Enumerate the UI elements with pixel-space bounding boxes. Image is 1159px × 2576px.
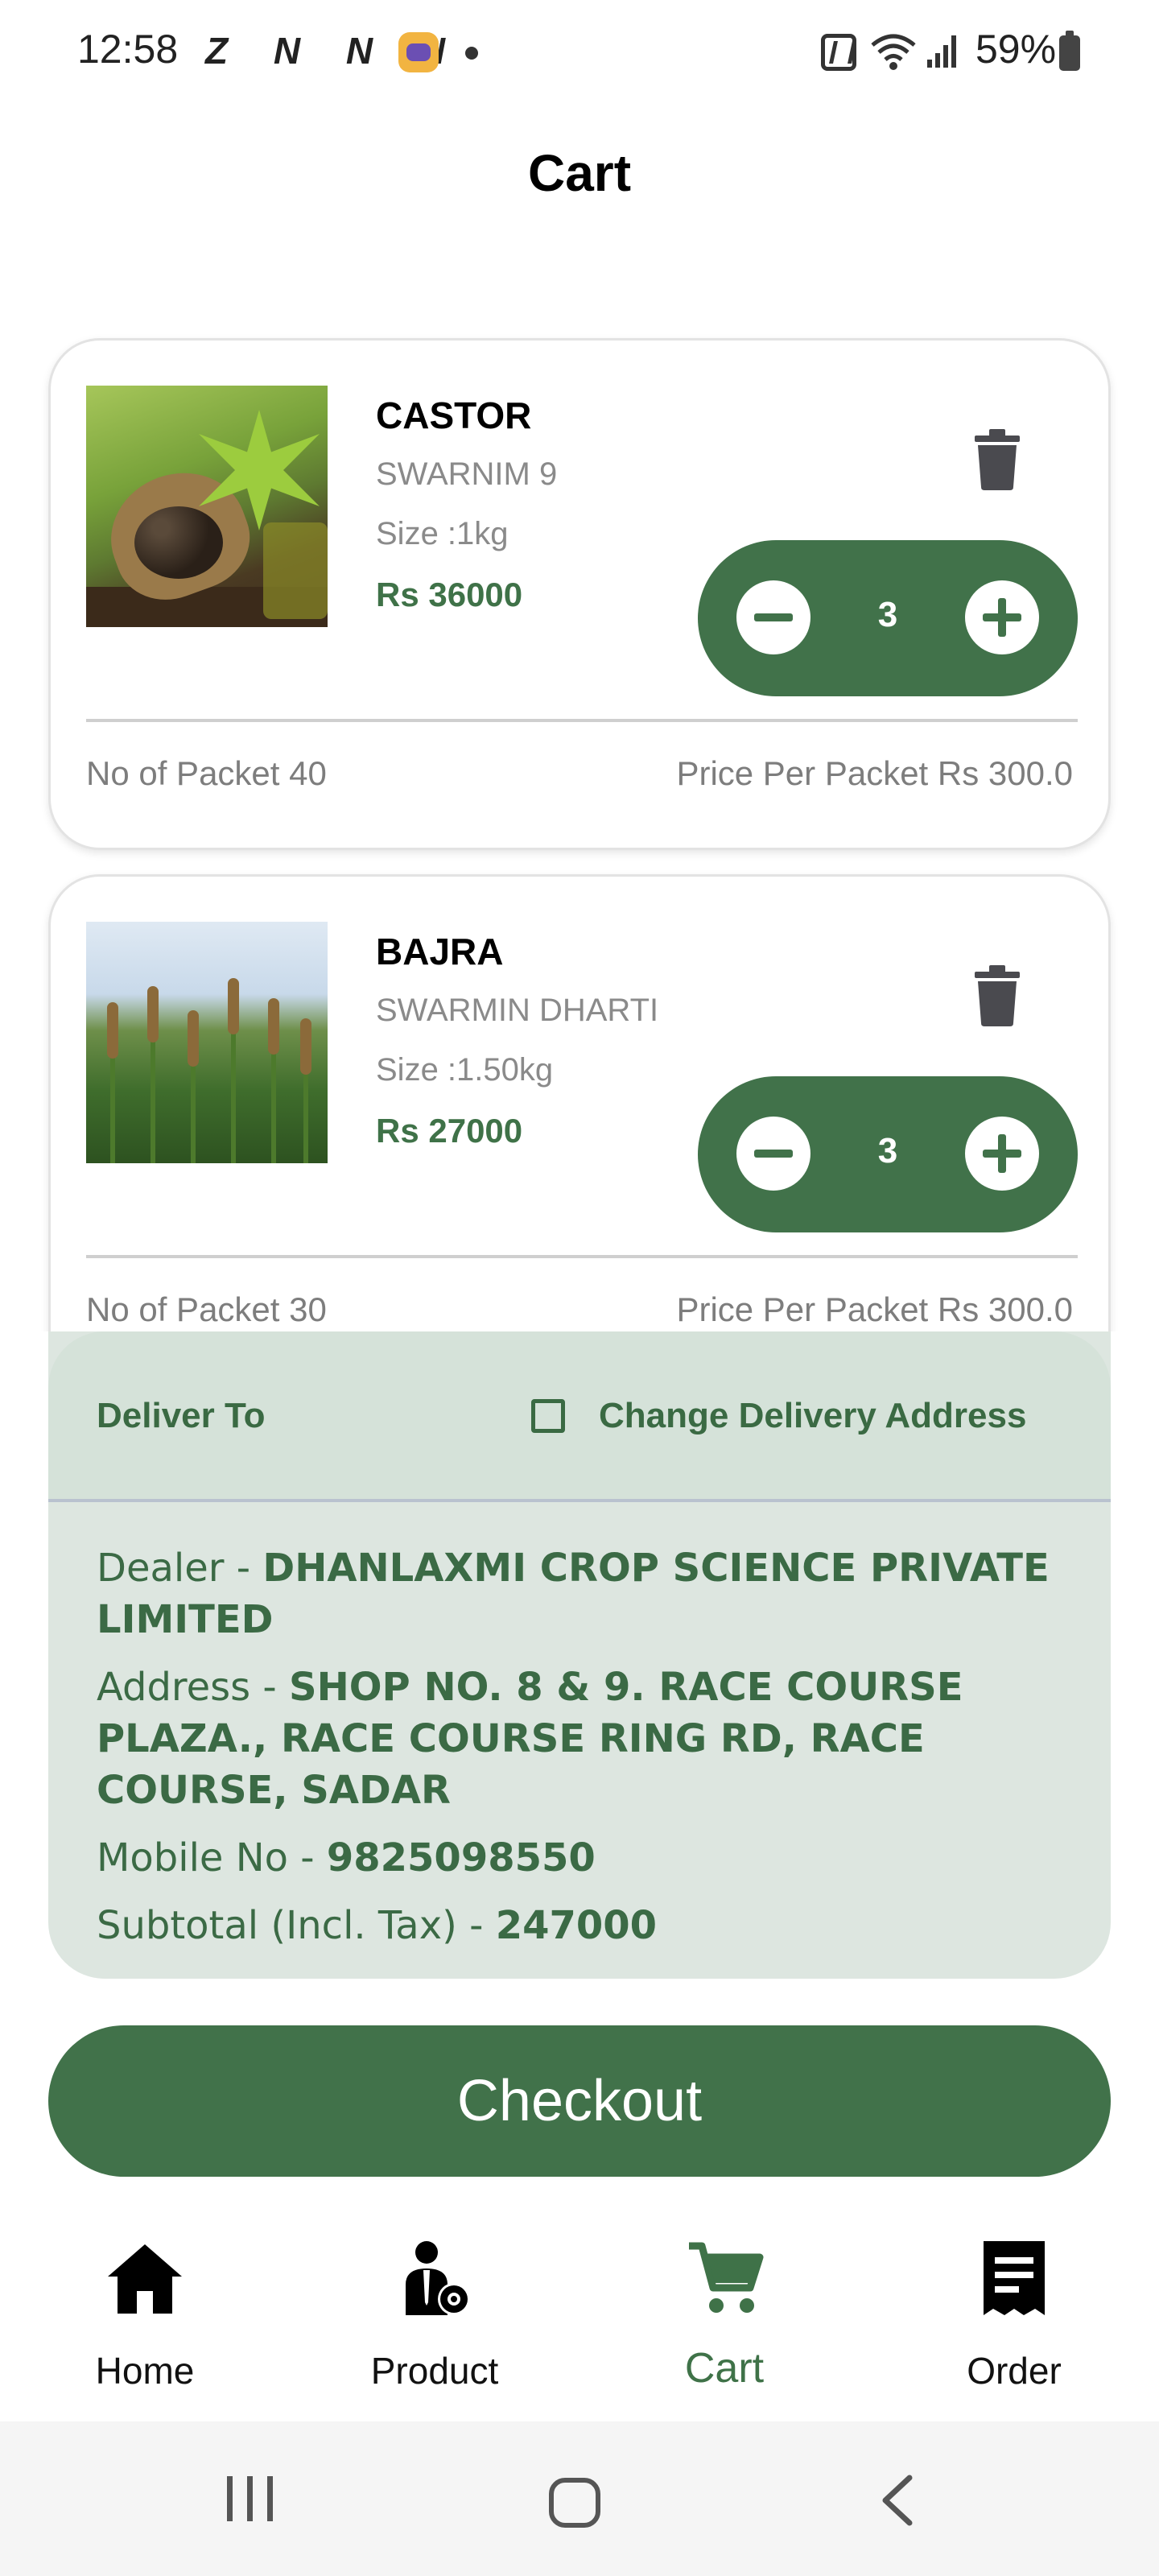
home-icon [108,2244,182,2314]
dealer-row: Dealer - DHANLAXMI CROP SCIENCE PRIVATE … [97,1542,1079,1645]
nav-product-label: Product [370,2350,499,2392]
product-image [86,386,328,627]
nav-home-label: Home [95,2350,195,2392]
delivery-header: Deliver To Change Delivery Address [48,1331,1111,1501]
subtotal-label: Subtotal (Incl. Tax) - [97,1903,496,1948]
increase-quantity-button[interactable] [965,1117,1039,1191]
delete-icon[interactable] [973,429,1021,490]
nav-cart[interactable]: Cart [580,2206,869,2421]
mobile-label: Mobile No - [97,1835,327,1880]
subtotal-row: Subtotal (Incl. Tax) - 247000 [97,1900,1079,1951]
product-variety: SWARMIN DHARTI [376,993,659,1028]
change-address-checkbox[interactable] [531,1399,565,1433]
delivery-divider [48,1499,1111,1502]
product-image [86,922,328,1163]
nav-cart-label: Cart [684,2345,765,2392]
change-address-label[interactable]: Change Delivery Address [599,1396,1026,1436]
price-per-packet: Price Per Packet Rs 300.0 [676,754,1073,792]
home-button-icon[interactable] [549,2478,600,2528]
nfc-icon [821,34,856,71]
quantity-stepper: 3 [698,540,1078,696]
card-divider [86,1255,1078,1258]
decrease-quantity-button[interactable] [736,580,810,654]
nav-order-label: Order [967,2350,1062,2392]
card-divider [86,719,1078,722]
nav-product[interactable]: Product [290,2206,580,2421]
address-label: Address - [97,1665,289,1710]
price-per-packet: Price Per Packet Rs 300.0 [676,1290,1073,1328]
increase-quantity-button[interactable] [965,580,1039,654]
delivery-panel: Deliver To Change Delivery Address Deale… [48,1331,1111,1979]
nav-home[interactable]: Home [0,2206,290,2421]
cart-icon [689,2242,764,2313]
delete-icon[interactable] [973,965,1021,1026]
subtotal-value: 247000 [495,1903,658,1948]
product-price: Rs 36000 [376,576,523,613]
cart-item-card: BAJRA SWARMIN DHARTI Size :1.50kg Rs 270… [48,874,1111,1331]
cart-list[interactable]: CASTOR SWARNIM 9 Size :1kg Rs 36000 3 No… [0,322,1159,1331]
order-icon [984,2241,1045,2315]
quantity-stepper: 3 [698,1076,1078,1232]
mobile-row: Mobile No - 9825098550 [97,1832,1079,1884]
status-bar: 12:58 Z N N N 59% [0,0,1159,105]
nav-order[interactable]: Order [869,2206,1159,2421]
quantity-value: 3 [877,595,898,634]
status-time: 12:58 [77,27,179,72]
quantity-value: 3 [877,1131,898,1170]
product-variety: SWARNIM 9 [376,456,558,492]
product-price: Rs 27000 [376,1112,523,1150]
signal-icon [927,35,956,68]
bottom-navigation: Home Product Cart Order [0,2206,1159,2421]
more-notifications-dot-icon [465,47,478,60]
deliver-to-label: Deliver To [97,1396,266,1435]
wifi-icon [871,34,916,70]
product-name: CASTOR [376,394,532,436]
dealer-label: Dealer - [97,1546,263,1591]
battery-percentage: 59% [975,27,1057,72]
recent-apps-icon[interactable] [224,2475,277,2523]
mobile-value: 9825098550 [326,1835,596,1880]
delivery-details: Dealer - DHANLAXMI CROP SCIENCE PRIVATE … [97,1542,1079,1967]
back-icon[interactable] [877,2475,918,2526]
address-row: Address - SHOP NO. 8 & 9. RACE COURSE PL… [97,1662,1079,1816]
cart-item-card: CASTOR SWARNIM 9 Size :1kg Rs 36000 3 No… [48,338,1111,850]
decrease-quantity-button[interactable] [736,1117,810,1191]
game-app-icon [398,32,439,72]
system-navigation-bar [0,2421,1159,2576]
battery-icon [1059,31,1080,71]
packet-count: No of Packet 40 [86,754,327,792]
checkout-button[interactable]: Checkout [48,2025,1111,2177]
product-size: Size :1kg [376,516,509,551]
product-size: Size :1.50kg [376,1052,554,1088]
page-title: Cart [527,144,632,202]
product-icon [406,2241,470,2315]
product-name: BAJRA [376,931,504,972]
packet-count: No of Packet 30 [86,1290,327,1328]
